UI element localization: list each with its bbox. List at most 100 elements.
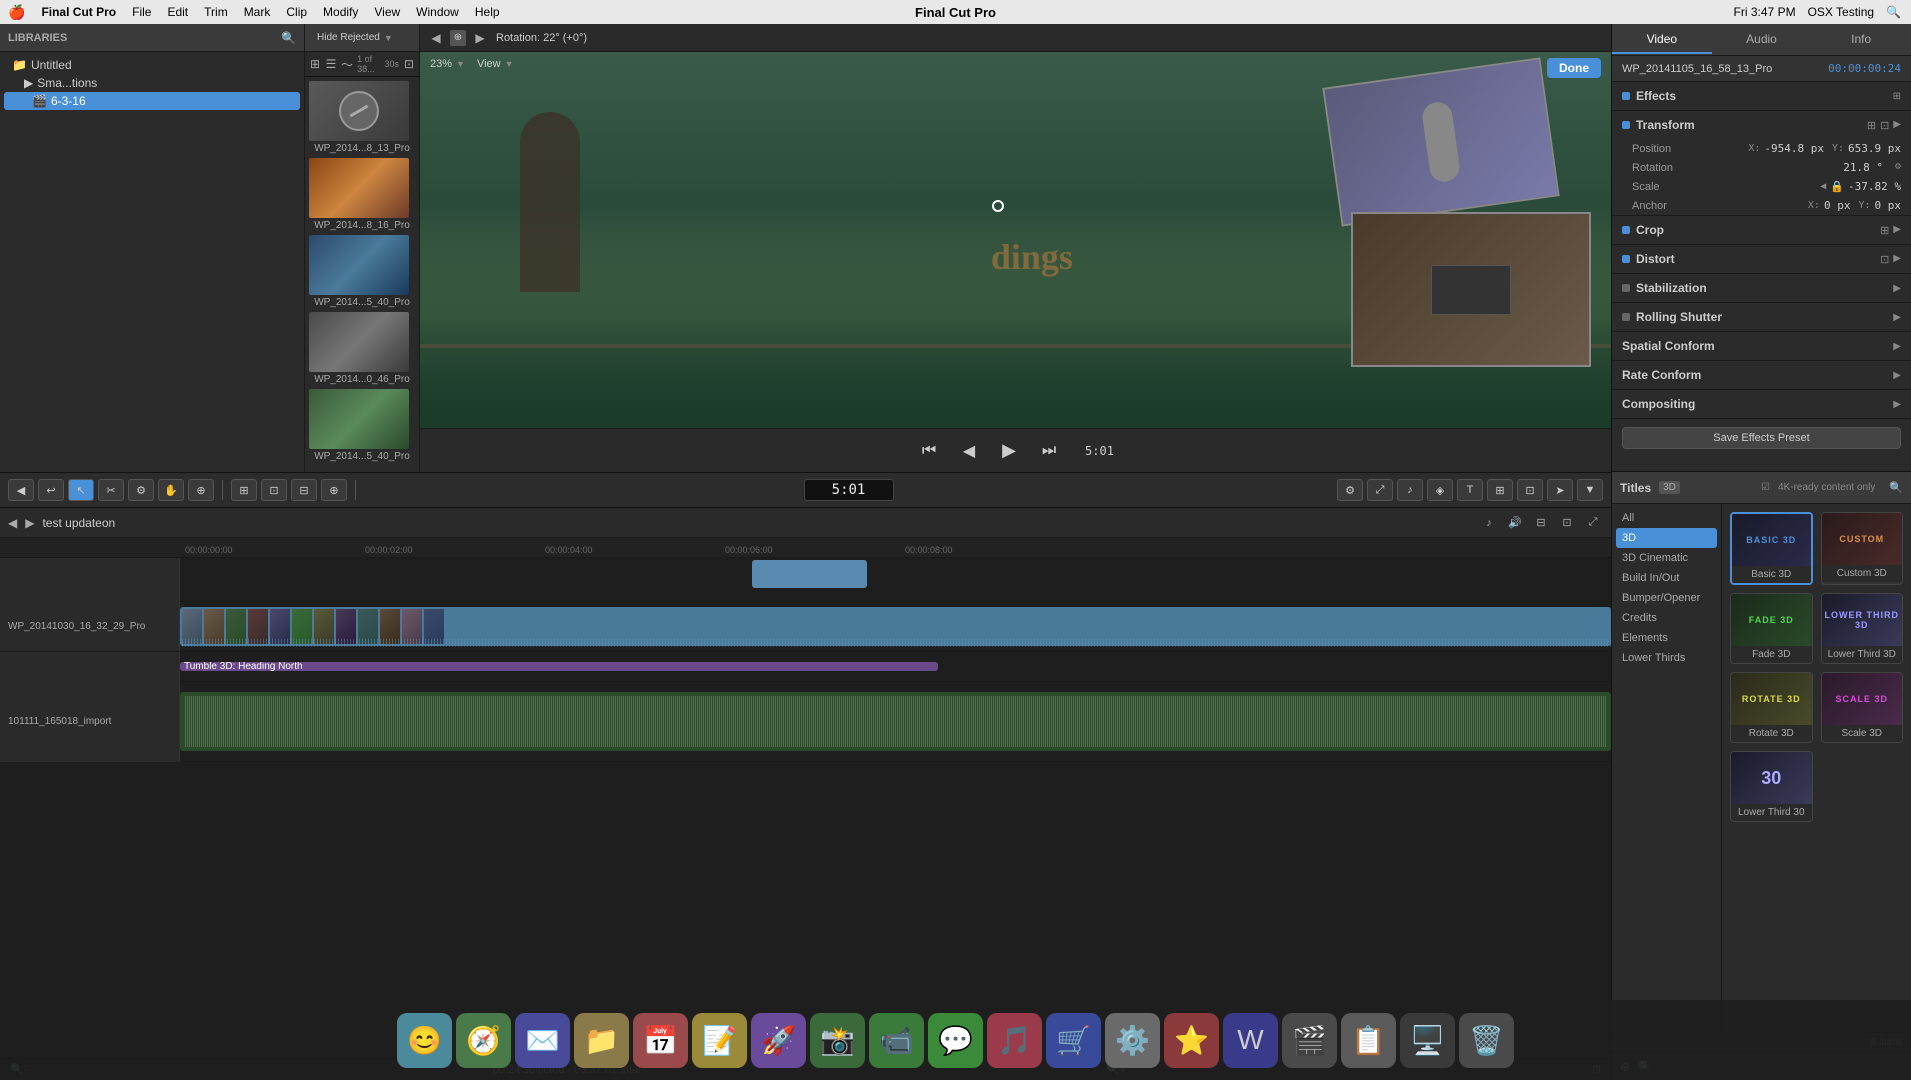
blade-tool-btn[interactable]: ⚙ xyxy=(128,479,154,501)
hide-rejected-btn[interactable]: Hide Rejected xyxy=(317,32,380,43)
dock-itunes[interactable]: 🎵 xyxy=(987,1013,1042,1068)
hand-tool-btn[interactable]: ✋ xyxy=(158,479,184,501)
select-tool-btn[interactable]: ↖ xyxy=(68,479,94,501)
play-to-end-btn[interactable]: ⏭ xyxy=(1037,439,1061,463)
dock-final-cut[interactable]: 🎬 xyxy=(1282,1013,1337,1068)
spatial-expand[interactable]: ▶ xyxy=(1893,341,1901,352)
dock-word[interactable]: W xyxy=(1223,1013,1278,1068)
distort-icon[interactable]: ⊡ xyxy=(1880,253,1889,266)
dock-facetime[interactable]: 📹 xyxy=(869,1013,924,1068)
rolling-shutter-header[interactable]: Rolling Shutter ▶ xyxy=(1612,303,1911,331)
dock-system-prefs[interactable]: ⚙️ xyxy=(1105,1013,1160,1068)
grid-view-icon[interactable]: ⊞ xyxy=(309,55,321,73)
audio-track-content[interactable] xyxy=(180,682,1611,761)
compositing-expand[interactable]: ▶ xyxy=(1893,399,1901,410)
scale-left-btn[interactable]: ◀ xyxy=(1820,181,1826,192)
rolling-shutter-expand[interactable]: ▶ xyxy=(1893,312,1901,323)
tab-video[interactable]: Video xyxy=(1612,26,1712,54)
menu-clip[interactable]: Clip xyxy=(286,5,307,19)
zoom-dropdown-icon[interactable]: ▼ xyxy=(456,59,465,69)
position-y[interactable]: 653.9 px xyxy=(1848,142,1901,155)
primary-track-content[interactable] xyxy=(180,602,1611,651)
connected-track-content[interactable] xyxy=(180,558,1611,601)
audio-clip[interactable] xyxy=(180,692,1611,751)
rate-expand[interactable]: ▶ xyxy=(1893,370,1901,381)
insert-btn[interactable]: ⊞ xyxy=(231,479,257,501)
anchor-x[interactable]: 0 px xyxy=(1824,199,1851,212)
position-x[interactable]: -954.8 px xyxy=(1764,142,1824,155)
dock-finder[interactable]: 😊 xyxy=(397,1013,452,1068)
stabilization-expand[interactable]: ▶ xyxy=(1893,283,1901,294)
transitions-btn[interactable]: ⊡ xyxy=(1517,479,1543,501)
viewer-transform-icon[interactable]: ⊕ xyxy=(450,30,466,46)
connected-clip[interactable] xyxy=(752,560,866,588)
arrow-tool-btn[interactable]: ➤ xyxy=(1547,479,1573,501)
save-effects-preset-btn[interactable]: Save Effects Preset xyxy=(1622,427,1901,449)
title-card-lower-third-3d[interactable]: LOWER THIRD 3D Lower Third 3D xyxy=(1821,593,1904,664)
effects-clip[interactable]: Tumble 3D: Heading North xyxy=(180,662,938,671)
tl-expand-btn[interactable]: ⊟ xyxy=(1531,513,1551,533)
clip-5[interactable]: WP_2014...5_40_Pro xyxy=(309,389,415,462)
play-back-btn[interactable]: ◀ xyxy=(957,439,981,463)
distort-expand[interactable]: ▶ xyxy=(1893,253,1901,266)
viewer-nav-forward[interactable]: ▶ xyxy=(472,30,488,46)
clip-2[interactable]: WP_2014...8_16_Pro xyxy=(309,158,415,231)
title-card-basic-3d[interactable]: BASIC 3D Basic 3D xyxy=(1730,512,1813,585)
dock-finder-3[interactable]: 📋 xyxy=(1341,1013,1396,1068)
menu-help[interactable]: Help xyxy=(475,5,500,19)
crop-icon[interactable]: ⊞ xyxy=(1880,224,1889,237)
rotation-dial-icon[interactable]: ⚙ xyxy=(1895,161,1901,174)
settings-btn[interactable]: ⚙ xyxy=(1337,479,1363,501)
zoom-tool-btn[interactable]: ⊕ xyxy=(188,479,214,501)
transform-icon-1[interactable]: ⊞ xyxy=(1867,119,1876,132)
dock-appstore[interactable]: 🛒 xyxy=(1046,1013,1101,1068)
clip-adj-btn[interactable]: ◈ xyxy=(1427,479,1453,501)
menu-modify[interactable]: Modify xyxy=(323,5,358,19)
viewer-nav-back[interactable]: ◀ xyxy=(428,30,444,46)
title-card-custom-3d[interactable]: CUSTOM Custom 3D xyxy=(1821,512,1904,585)
tl-zoom-btn[interactable]: 🔊 xyxy=(1505,513,1525,533)
libraries-search-icon[interactable]: 🔍 xyxy=(281,31,296,45)
dock-notes[interactable]: 📝 xyxy=(692,1013,747,1068)
transform-expand[interactable]: ▶ xyxy=(1893,119,1901,132)
scale-lock-icon[interactable]: 🔒 xyxy=(1830,180,1844,193)
rotation-val[interactable]: 21.8 ° xyxy=(1843,161,1883,174)
anchor-y[interactable]: 0 px xyxy=(1875,199,1902,212)
transform-header[interactable]: Transform ⊞ ⊡ ▶ xyxy=(1612,111,1911,139)
menu-mark[interactable]: Mark xyxy=(244,5,271,19)
done-button[interactable]: Done xyxy=(1547,58,1601,78)
view-label[interactable]: View xyxy=(477,58,501,70)
zoom-level[interactable]: 23% xyxy=(430,58,452,70)
trim-tool-btn[interactable]: ✂ xyxy=(98,479,124,501)
library-item-6-3-16[interactable]: 🎬 6-3-16 xyxy=(4,92,300,110)
filter-all[interactable]: All xyxy=(1612,508,1721,528)
menu-app-name[interactable]: Final Cut Pro xyxy=(41,5,116,19)
view-dropdown-icon[interactable]: ▼ xyxy=(505,59,514,69)
title-card-rotate-3d[interactable]: ROTATE 3D Rotate 3D xyxy=(1730,672,1813,743)
dock-calendar[interactable]: 📅 xyxy=(633,1013,688,1068)
menu-view[interactable]: View xyxy=(374,5,400,19)
tl-left-arrow[interactable]: ◀ xyxy=(8,516,17,530)
dock-reeder[interactable]: ⭐ xyxy=(1164,1013,1219,1068)
filter-3d[interactable]: 3D xyxy=(1616,528,1717,548)
scale-val[interactable]: -37.82 % xyxy=(1848,180,1901,193)
rate-conform-header[interactable]: Rate Conform ▶ xyxy=(1612,361,1911,389)
menu-file[interactable]: File xyxy=(132,5,151,19)
effects-header[interactable]: Effects ⊞ xyxy=(1612,82,1911,110)
menu-window[interactable]: Window xyxy=(416,5,459,19)
search-icon[interactable]: 🔍 xyxy=(1886,5,1901,19)
append-btn[interactable]: ⊡ xyxy=(261,479,287,501)
rotate-handle[interactable] xyxy=(992,200,1004,212)
clip-1[interactable]: WP_2014...8_13_Pro xyxy=(309,81,415,154)
titles-4k-checkbox[interactable]: ☑ xyxy=(1761,482,1770,493)
dock-photos[interactable]: 📸 xyxy=(810,1013,865,1068)
tl-audio-btn[interactable]: ♪ xyxy=(1479,513,1499,533)
back-btn[interactable]: ◀ xyxy=(8,479,34,501)
title-card-scale-3d[interactable]: SCALE 3D Scale 3D xyxy=(1821,672,1904,743)
library-item-untitled[interactable]: 📁 Untitled xyxy=(4,56,300,74)
filter-bumper-opener[interactable]: Bumper/Opener xyxy=(1612,588,1721,608)
dock-trash[interactable]: 🗑️ xyxy=(1459,1013,1514,1068)
menu-edit[interactable]: Edit xyxy=(167,5,188,19)
filter-3d-cinematic[interactable]: 3D Cinematic xyxy=(1612,548,1721,568)
dock-messages[interactable]: 💬 xyxy=(928,1013,983,1068)
